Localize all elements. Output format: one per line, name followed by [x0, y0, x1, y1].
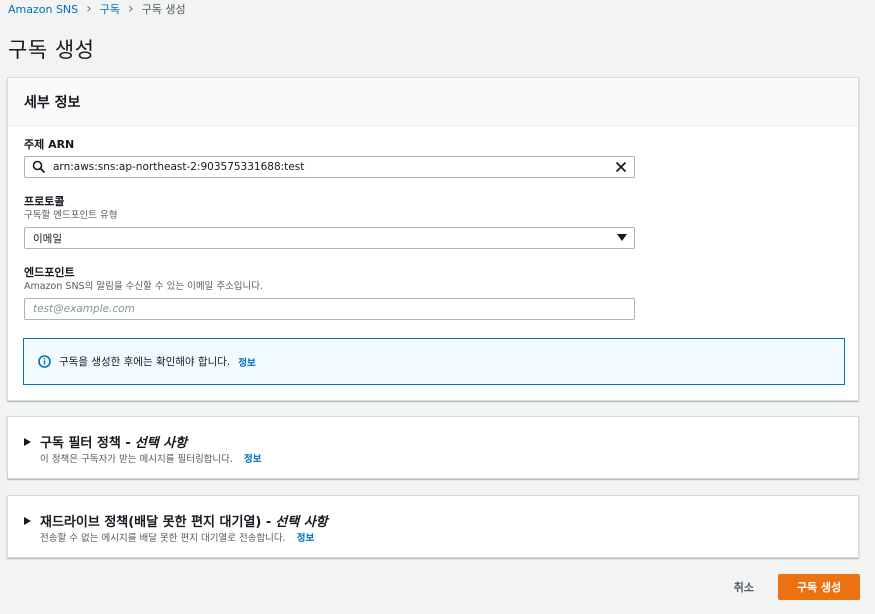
filter-policy-title-text: 구독 필터 정책 - [40, 436, 131, 451]
filter-policy-description: 이 정책은 구독자가 받는 메시지를 필터링합니다. 정보 [40, 451, 261, 465]
topic-arn-input[interactable]: arn:aws:sns:ap-northeast-2:903575331688:… [24, 156, 635, 178]
redrive-policy-description: 전송할 수 없는 메시지를 배달 못한 편지 대기열로 전송합니다. 정보 [40, 530, 314, 544]
page-title: 구독 생성 [8, 38, 95, 62]
clear-icon[interactable] [615, 161, 627, 173]
cancel-button[interactable]: 취소 [734, 579, 754, 595]
caret-down-icon [617, 234, 627, 241]
breadcrumb: Amazon SNS › 구독 › 구독 생성 [8, 1, 186, 17]
endpoint-field: 엔드포인트 Amazon SNS의 알림을 수신할 수 있는 이메일 주소입니다… [24, 266, 635, 320]
protocol-description: 구독할 엔드포인트 유형 [24, 210, 118, 221]
breadcrumb-amazon-sns[interactable]: Amazon SNS [8, 3, 78, 16]
filter-policy-optional: 선택 사항 [134, 436, 188, 451]
info-alert: 구독을 생성한 후에는 확인해야 합니다. 정보 [23, 338, 845, 385]
endpoint-placeholder: test@example.com [33, 303, 135, 315]
protocol-field: 프로토콜 구독할 엔드포인트 유형 이메일 [24, 195, 635, 249]
redrive-policy-title-text: 재드라이브 정책(배달 못한 편지 대기열) - [40, 515, 272, 530]
redrive-policy-optional: 선택 사항 [275, 515, 328, 530]
breadcrumb-current: 구독 생성 [141, 3, 186, 16]
endpoint-label: 엔드포인트 [24, 266, 75, 279]
topic-arn-label: 주제 ARN [24, 138, 75, 151]
create-subscription-button[interactable]: 구독 생성 [778, 574, 860, 600]
filter-policy-description-text: 이 정책은 구독자가 받는 메시지를 필터링합니다. [40, 454, 233, 465]
redrive-policy-title[interactable]: 재드라이브 정책(배달 못한 편지 대기열) - 선택 사항 [24, 511, 328, 530]
filter-policy-title[interactable]: 구독 필터 정책 - 선택 사항 [24, 432, 187, 451]
alert-text: 구독을 생성한 후에는 확인해야 합니다. [59, 356, 231, 368]
filter-policy-panel[interactable]: 구독 필터 정책 - 선택 사항 이 정책은 구독자가 받는 메시지를 필터링합… [7, 416, 859, 479]
redrive-policy-info-link[interactable]: 정보 [297, 533, 314, 544]
filter-policy-info-link[interactable]: 정보 [244, 454, 261, 465]
chevron-right-icon: › [128, 1, 134, 17]
expand-triangle-icon [24, 437, 31, 446]
endpoint-description: Amazon SNS의 알림을 수신할 수 있는 이메일 주소입니다. [24, 281, 264, 292]
endpoint-input[interactable]: test@example.com [24, 298, 635, 320]
protocol-label: 프로토콜 [24, 195, 65, 208]
topic-arn-value: arn:aws:sns:ap-northeast-2:903575331688:… [53, 161, 305, 173]
redrive-policy-panel[interactable]: 재드라이브 정책(배달 못한 편지 대기열) - 선택 사항 전송할 수 없는 … [7, 495, 859, 558]
breadcrumb-subscriptions[interactable]: 구독 [100, 1, 120, 17]
form-footer: 취소 구독 생성 [734, 574, 860, 600]
topic-arn-field: 주제 ARN arn:aws:sns:ap-northeast-2:903575… [24, 138, 635, 178]
search-icon [32, 160, 46, 174]
expand-triangle-icon [24, 516, 31, 525]
protocol-selected-value: 이메일 [33, 232, 62, 245]
info-icon [38, 355, 51, 368]
details-panel: 세부 정보 주제 ARN arn:aws:sns:ap-northeast-2:… [7, 77, 859, 401]
redrive-policy-description-text: 전송할 수 없는 메시지를 배달 못한 편지 대기열로 전송합니다. [40, 533, 286, 544]
alert-info-link[interactable]: 정보 [238, 355, 255, 369]
details-header: 세부 정보 [8, 78, 858, 126]
chevron-right-icon: › [86, 1, 92, 17]
protocol-select[interactable]: 이메일 [24, 227, 635, 249]
